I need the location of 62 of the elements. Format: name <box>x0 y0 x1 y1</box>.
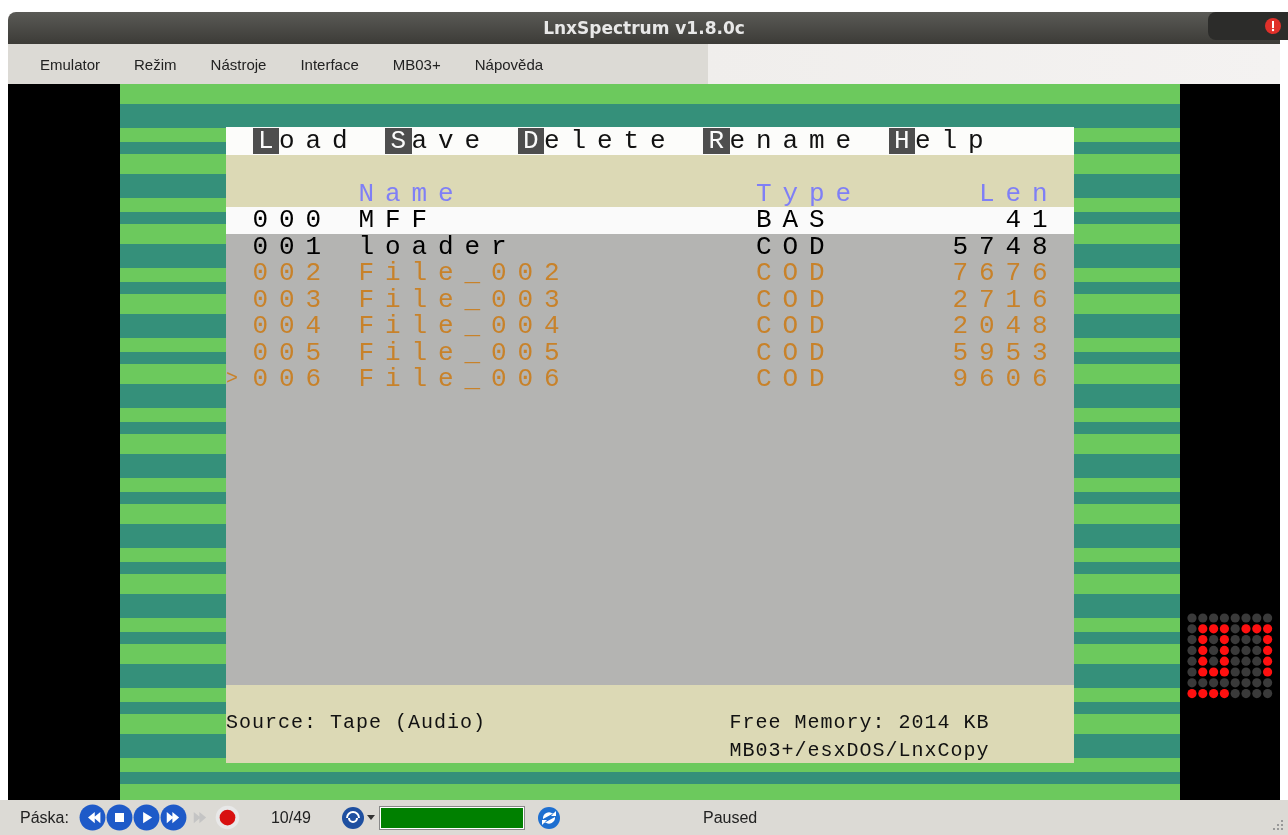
hotkey-key[interactable]: D <box>517 128 545 154</box>
menu-item[interactable]: Interface <box>286 51 373 77</box>
sync-icon[interactable] <box>536 805 561 830</box>
status-text: Paused <box>702 808 758 827</box>
column-header: Name <box>358 180 466 207</box>
file-name: File_006 <box>358 366 572 393</box>
file-row[interactable]: 000 MFF BAS 41 <box>226 207 1074 234</box>
play-icon <box>132 804 160 831</box>
file-row[interactable]: 001 loader COD 5748 <box>226 233 1074 260</box>
file-name: File_002 <box>358 260 572 287</box>
command-menu-item[interactable]: elete <box>544 128 677 154</box>
file-type: COD <box>756 313 837 340</box>
file-name: File_004 <box>358 313 572 340</box>
tape-label: Páska: <box>20 808 69 827</box>
command-menu-item[interactable]: oad <box>279 128 359 154</box>
tape-counter: 10/49 <box>270 808 311 827</box>
file-name: loader <box>358 233 518 260</box>
command-menu-item[interactable]: elp <box>915 128 995 154</box>
cursor-marker: > <box>226 366 239 393</box>
file-type: COD <box>756 366 837 393</box>
stop-button[interactable] <box>105 804 133 831</box>
menu-item[interactable]: Režim <box>120 51 191 77</box>
file-type: COD <box>756 260 837 287</box>
file-index: 002 <box>252 260 333 287</box>
file-type: COD <box>756 233 837 260</box>
path-text: MB03+/esxDOS/LnxCopy <box>729 738 990 764</box>
file-type: COD <box>756 286 837 313</box>
file-index: 000 <box>252 207 333 234</box>
menu-item[interactable]: Nástroje <box>196 51 281 77</box>
file-type: COD <box>756 339 837 366</box>
caret-icon[interactable] <box>366 814 375 821</box>
file-name: File_005 <box>358 339 572 366</box>
rewind-button[interactable] <box>78 804 106 831</box>
file-index: 001 <box>252 233 333 260</box>
column-header: Type <box>756 180 863 207</box>
command-menu-item[interactable]: ave <box>411 128 492 154</box>
hotkey-key[interactable]: R <box>703 128 730 154</box>
hotkey-key[interactable]: L <box>252 128 279 154</box>
stop-icon <box>105 804 133 831</box>
file-name: MFF <box>358 207 438 234</box>
hotkey-key[interactable]: S <box>385 128 412 154</box>
file-index: 004 <box>252 313 333 340</box>
play-button[interactable] <box>132 804 160 831</box>
hotkey-key[interactable]: H <box>888 128 916 154</box>
file-type: BAS <box>756 207 836 234</box>
source-text: Source: Tape (Audio) <box>226 710 488 736</box>
file-name: File_003 <box>358 286 572 313</box>
menu-item[interactable]: MB03+ <box>378 51 455 77</box>
window-title: LnxSpectrum v1.8.0c <box>543 18 745 38</box>
file-index: 006 <box>252 366 333 393</box>
rewind-icon <box>78 804 106 831</box>
menu-item[interactable]: Nápověda <box>460 51 558 77</box>
forward-button[interactable] <box>159 804 187 831</box>
file-index: 005 <box>252 339 333 366</box>
menu-item[interactable]: Emulator <box>26 51 115 77</box>
file-index: 003 <box>252 286 333 313</box>
resize-grip-icon[interactable] <box>1272 819 1284 831</box>
record-icon <box>213 804 241 831</box>
forward-icon <box>159 804 187 831</box>
free-memory-text: Free Memory: 2014 KB <box>729 710 990 736</box>
record-button[interactable] <box>213 804 241 831</box>
command-menu-item[interactable]: ename <box>729 128 863 154</box>
